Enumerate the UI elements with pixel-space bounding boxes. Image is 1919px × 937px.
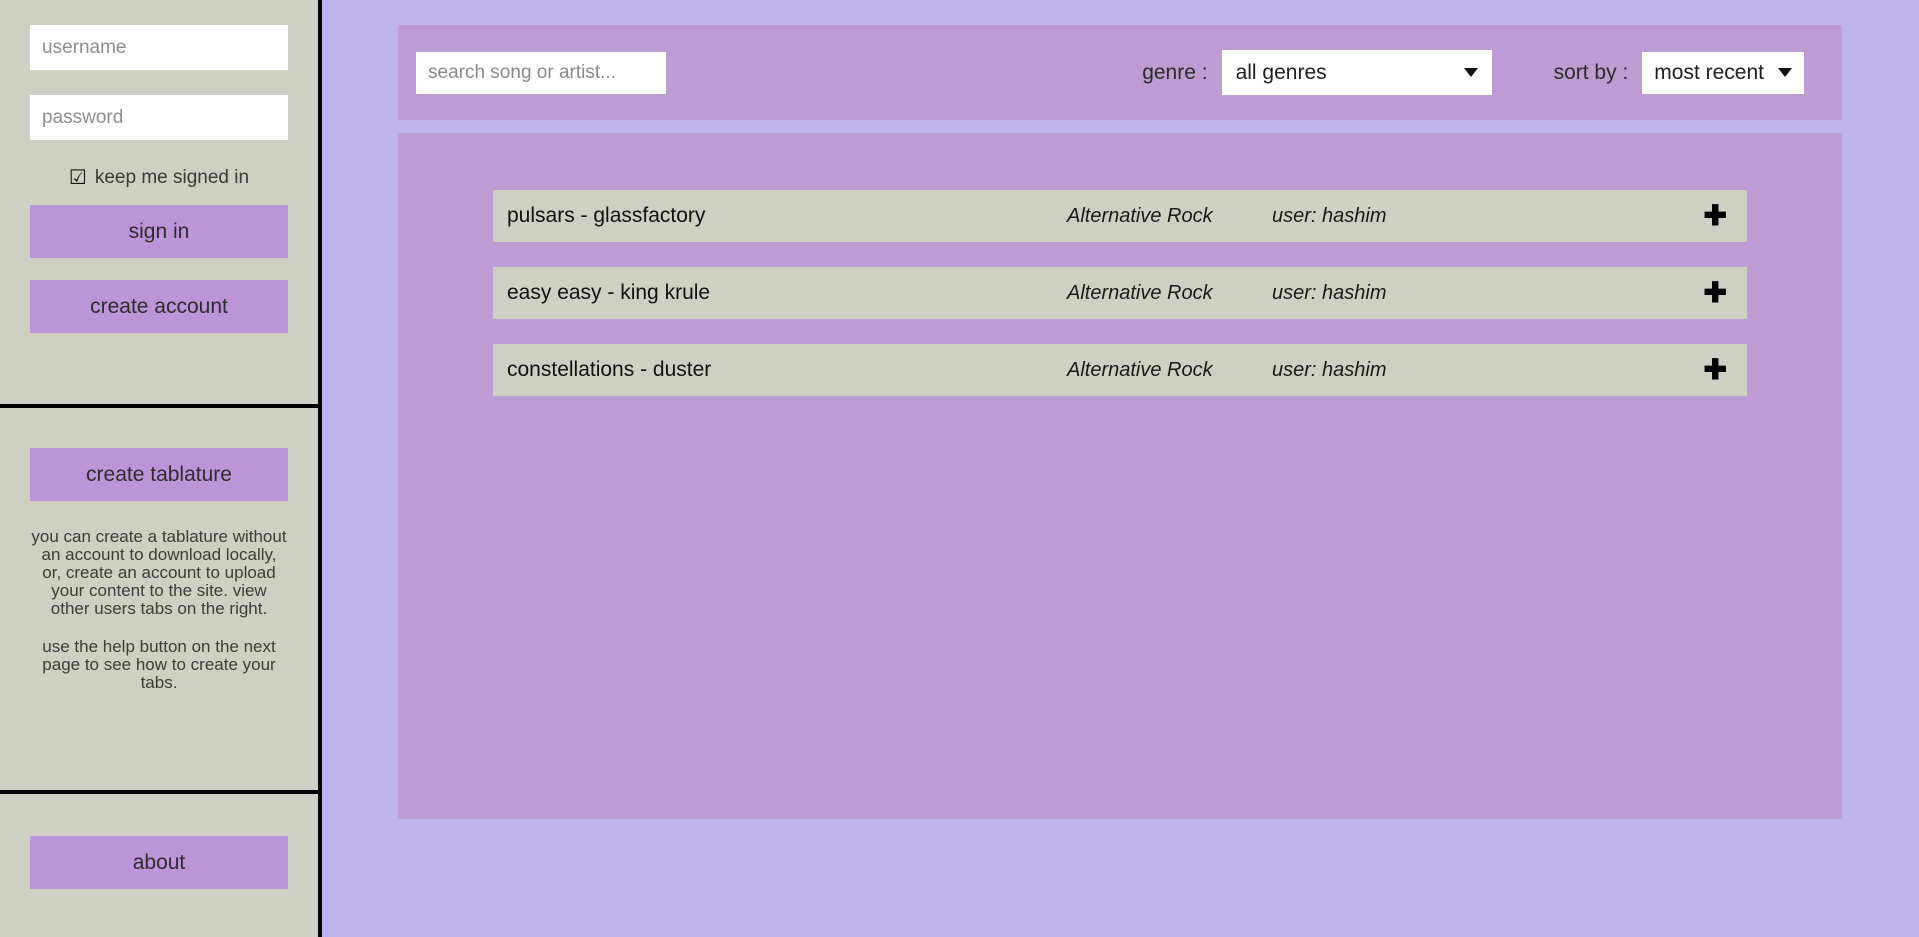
song-title: pulsars - glassfactory <box>507 204 706 227</box>
song-row[interactable]: pulsars - glassfactory Alternative Rock us… <box>493 190 1747 242</box>
plus-icon[interactable]: ✚ <box>1704 202 1727 230</box>
song-list: pulsars - glassfactory Alternative Rock us… <box>493 190 1747 396</box>
content-area: genre : all genres sort by : most recent… <box>322 0 1919 937</box>
keep-signed-in-row[interactable]: ☑ keep me signed in <box>30 165 288 191</box>
sidebar-auth-section: ☑ keep me signed in sign in create accou… <box>0 0 318 408</box>
song-row[interactable]: constellations - duster Alternative Rock u… <box>493 344 1747 396</box>
app-root: ☑ keep me signed in sign in create accou… <box>0 0 1919 937</box>
about-button[interactable]: about <box>30 836 288 889</box>
plus-icon[interactable]: ✚ <box>1704 279 1727 307</box>
sort-by-select-value: most recent <box>1654 60 1764 84</box>
help-paragraph-2: use the help button on the next page to … <box>42 637 276 693</box>
song-user: user: hashim <box>1272 204 1387 227</box>
keep-signed-in-label: keep me signed in <box>94 167 250 188</box>
sort-filter-group: sort by : most recent <box>1553 51 1842 94</box>
song-genre: Alternative Rock <box>1067 204 1213 227</box>
song-genre: Alternative Rock <box>1067 358 1213 381</box>
chevron-down-icon <box>1463 68 1478 77</box>
sidebar-tablature-section: create tablature you can create a tablat… <box>0 408 318 794</box>
create-account-button[interactable]: create account <box>30 280 288 333</box>
genre-label: genre : <box>1142 60 1208 84</box>
song-title: constellations - duster <box>507 358 712 381</box>
checkbox-checked-icon[interactable]: ☑ <box>69 168 87 188</box>
sort-by-label: sort by : <box>1553 60 1629 84</box>
sign-in-button[interactable]: sign in <box>30 205 288 258</box>
song-genre: Alternative Rock <box>1067 281 1213 304</box>
song-row[interactable]: easy easy - king krule Alternative Rock us… <box>493 267 1747 319</box>
help-paragraph-1: you can create a tablature without an ac… <box>31 527 287 619</box>
create-tablature-button[interactable]: create tablature <box>30 448 288 501</box>
results-panel: pulsars - glassfactory Alternative Rock us… <box>398 133 1842 819</box>
sidebar-help-text: you can create a tablature without an ac… <box>30 527 288 693</box>
chevron-down-icon <box>1778 68 1792 77</box>
password-input[interactable] <box>30 95 288 140</box>
song-title: easy easy - king krule <box>507 281 711 304</box>
username-input[interactable] <box>30 25 288 70</box>
genre-select-value: all genres <box>1235 60 1327 84</box>
sort-by-select[interactable]: most recent <box>1642 51 1804 94</box>
plus-icon[interactable]: ✚ <box>1704 356 1727 384</box>
genre-select[interactable]: all genres <box>1221 50 1492 95</box>
song-user: user: hashim <box>1272 281 1387 304</box>
genre-filter-group: genre : all genres <box>1142 50 1492 95</box>
filter-toolbar: genre : all genres sort by : most recent <box>398 25 1842 120</box>
search-input[interactable] <box>416 51 666 94</box>
sidebar-about-section: about <box>0 794 318 937</box>
song-user: user: hashim <box>1272 358 1387 381</box>
sidebar: ☑ keep me signed in sign in create accou… <box>0 0 322 937</box>
